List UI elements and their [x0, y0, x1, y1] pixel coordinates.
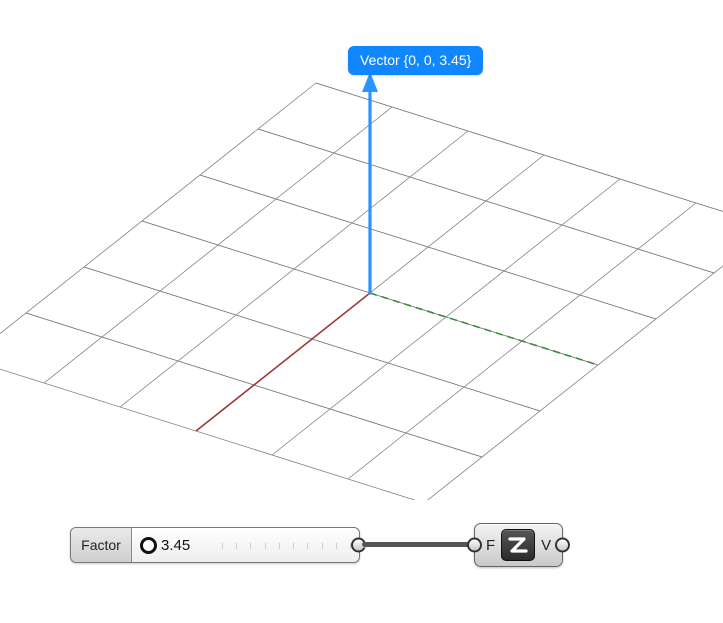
node-output-label: V: [537, 537, 555, 554]
node-output-port[interactable]: [555, 538, 570, 553]
slider-value: 3.45: [161, 537, 190, 554]
x-axis: [196, 293, 370, 431]
wire: [362, 541, 484, 549]
vector-tooltip-text: Vector {0, 0, 3.45}: [360, 52, 471, 68]
z-vector-arrow: [362, 72, 378, 293]
perspective-grid: [0, 83, 723, 500]
slider-ticks: [222, 543, 351, 549]
app-canvas: Vector {0, 0, 3.45} Factor 3.45 F: [0, 0, 723, 623]
slider-label: Factor: [71, 528, 132, 562]
node-graph[interactable]: Factor 3.45 F V: [70, 523, 630, 573]
number-slider[interactable]: Factor 3.45: [70, 527, 360, 563]
viewport-3d[interactable]: [0, 0, 723, 500]
slider-track[interactable]: 3.45: [132, 528, 359, 562]
slider-thumb[interactable]: [140, 537, 157, 554]
node-input-port[interactable]: [467, 538, 482, 553]
ground-grid: [26, 83, 723, 457]
node-input-label: F: [482, 537, 499, 554]
unit-z-node[interactable]: F V: [474, 523, 563, 567]
z-axis-icon: [501, 529, 535, 561]
vector-tooltip: Vector {0, 0, 3.45}: [348, 46, 483, 75]
